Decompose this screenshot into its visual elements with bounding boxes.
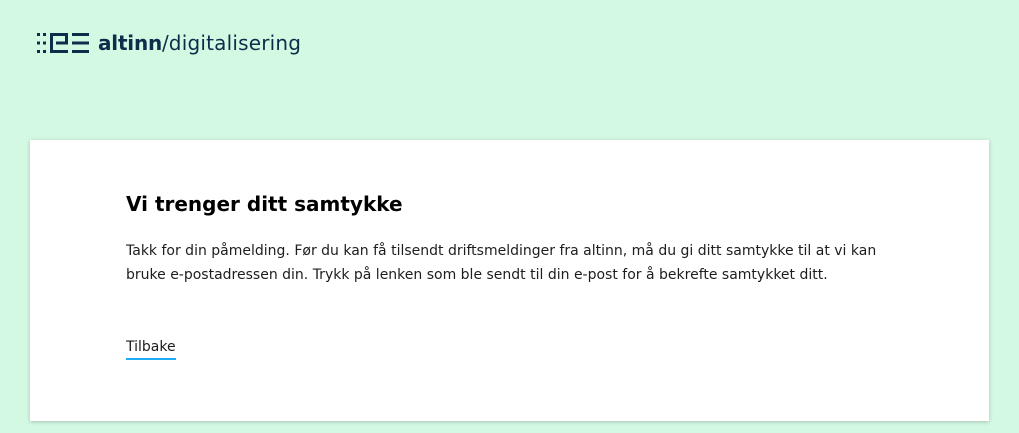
brand-slash: / — [162, 31, 169, 55]
altinn-logo-icon[interactable] — [37, 33, 89, 53]
consent-card: Vi trenger ditt samtykke Takk for din på… — [30, 140, 989, 421]
brand-subtitle: digitalisering — [168, 31, 302, 55]
brand-wordmark[interactable]: altinn / digitalisering — [98, 29, 301, 57]
brand-name: altinn — [98, 31, 163, 55]
back-link[interactable]: Tilbake — [126, 336, 176, 360]
card-content: Vi trenger ditt samtykke Takk for din på… — [126, 189, 906, 360]
page-title: Vi trenger ditt samtykke — [126, 192, 403, 216]
site-header: altinn / digitalisering — [37, 28, 301, 58]
consent-message: Takk for din påmelding. Før du kan få ti… — [126, 243, 877, 283]
